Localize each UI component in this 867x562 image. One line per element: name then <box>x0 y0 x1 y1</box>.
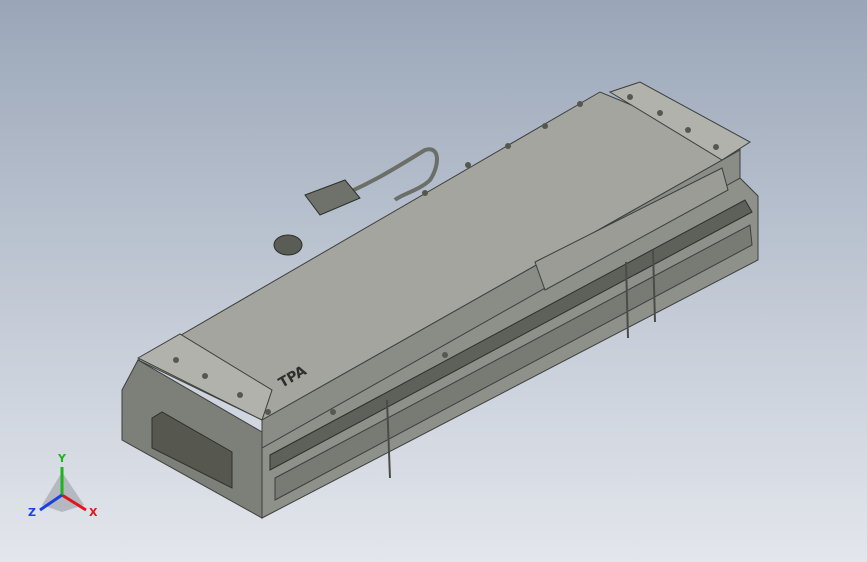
z-axis-label: Z <box>28 506 36 519</box>
cable-connector <box>304 179 361 216</box>
y-axis-label: Y <box>57 452 67 465</box>
x-axis-label: X <box>89 506 98 519</box>
round-connector <box>273 234 303 256</box>
cad-viewport[interactable]: TPA X Y Z <box>0 0 867 562</box>
view-triad[interactable]: X Y Z <box>28 452 98 519</box>
linear-actuator-model[interactable]: TPA X Y Z <box>0 0 867 562</box>
